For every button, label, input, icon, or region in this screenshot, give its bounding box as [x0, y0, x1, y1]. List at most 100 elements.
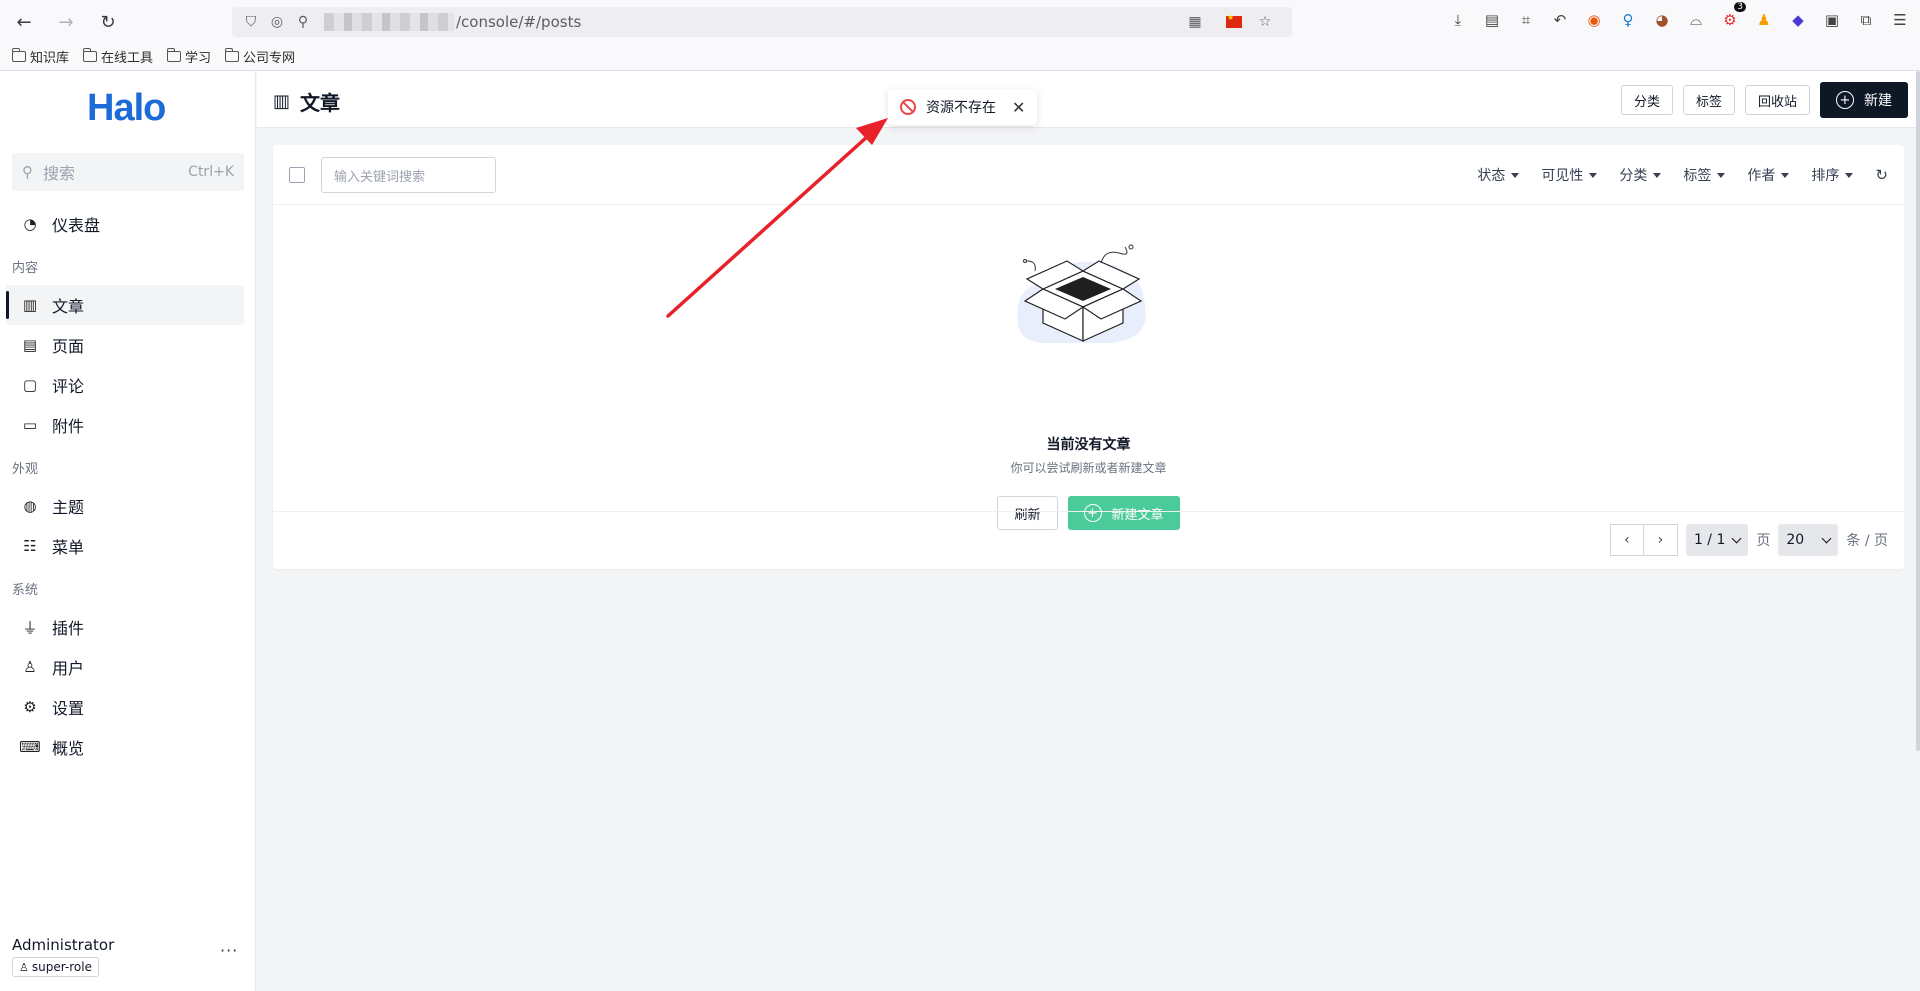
crop-icon[interactable]: ⌗ [1516, 10, 1536, 30]
filter-tag[interactable]: 标签 [1683, 165, 1726, 185]
select-all-checkbox[interactable] [289, 167, 305, 183]
pin-ext-icon[interactable]: ♀ [1618, 10, 1638, 30]
sidebar-item-menus[interactable]: ☷ 菜单 [6, 526, 244, 566]
sidebar-item-posts[interactable]: ▥ 文章 [6, 285, 244, 325]
sidebar-item-label: 页面 [52, 337, 85, 356]
bookmark-item[interactable]: 学习 [166, 47, 211, 66]
connection-icon[interactable]: ⚲ [294, 13, 312, 31]
new-post-button[interactable]: + 新建 [1820, 82, 1908, 118]
extensions-icon[interactable]: ⧉ [1856, 10, 1876, 30]
empty-box-illustration [1017, 244, 1146, 343]
page-select[interactable]: 1 / 1 [1685, 524, 1749, 556]
bookmark-item[interactable]: 在线工具 [82, 47, 153, 66]
permission-icon[interactable]: ◎ [268, 13, 286, 31]
plug-icon: ⏚ [22, 618, 38, 637]
list-toolbar: 输入关键词搜索 状态 可见性 分类 标签 作者 排序 ↻ [273, 145, 1904, 205]
prev-page-button[interactable]: ‹ [1609, 524, 1644, 556]
close-icon[interactable]: ✕ [1012, 98, 1025, 117]
filter-label: 状态 [1477, 168, 1506, 184]
caret-down-icon [1653, 172, 1662, 178]
toast-message: 资源不存在 [926, 100, 996, 116]
page-unit-label: 页 [1756, 533, 1771, 549]
menu-settings-icon: ☷ [23, 537, 37, 555]
forward-icon[interactable]: → [52, 10, 80, 34]
caret-down-icon [1511, 172, 1520, 178]
menu-icon[interactable]: ☰ [1890, 10, 1910, 30]
bookmark-item[interactable]: 公司专网 [224, 47, 295, 66]
reload-icon[interactable]: ↻ [94, 10, 122, 34]
sidebar-item-label: 用户 [52, 659, 85, 678]
palette-icon: ◍ [23, 497, 37, 515]
filter-status[interactable]: 状态 [1477, 165, 1520, 185]
folder-icon [11, 48, 26, 62]
caret-down-icon [1781, 172, 1790, 178]
back-icon[interactable]: ← [10, 10, 38, 34]
filter-visibility[interactable]: 可见性 [1541, 165, 1598, 185]
url-host-redacted [324, 13, 454, 31]
filter-bar: 状态 可见性 分类 标签 作者 排序 ↻ [1477, 165, 1888, 185]
sidebar-item-label: 附件 [52, 417, 85, 436]
sidebar-item-users[interactable]: ♙ 用户 [6, 647, 244, 687]
recycle-bin-button[interactable]: 回收站 [1744, 85, 1810, 115]
ext-badge-count: 3 [1734, 2, 1746, 12]
filter-category[interactable]: 分类 [1619, 165, 1662, 185]
bookmark-item[interactable]: 知识库 [11, 47, 69, 66]
user-more-button[interactable]: ··· [220, 941, 238, 960]
undo-icon[interactable]: ↶ [1550, 10, 1570, 30]
bookmark-star-icon[interactable]: ☆ [1256, 13, 1274, 31]
user-role-icon: ♙ [19, 960, 29, 974]
page-scrollbar[interactable] [1916, 71, 1920, 751]
sidebar-item-label: 菜单 [52, 538, 85, 557]
china-flag-icon[interactable] [1226, 13, 1242, 28]
sidebar-item-label: 概览 [52, 739, 85, 758]
user-role-label: super-role [31, 960, 92, 974]
people-ext-icon[interactable]: ♟ [1754, 10, 1774, 30]
sidebar-item-attachments[interactable]: ▭ 附件 [6, 405, 244, 445]
sidebar-search[interactable]: ⚲ 搜索 Ctrl+K [12, 153, 244, 191]
next-page-button[interactable]: › [1643, 524, 1678, 556]
filter-author[interactable]: 作者 [1747, 165, 1790, 185]
chevron-down-icon [1821, 533, 1832, 543]
keyword-search-input[interactable]: 输入关键词搜索 [321, 157, 496, 193]
category-button[interactable]: 分类 [1620, 85, 1673, 115]
download-icon[interactable]: ⤓ [1448, 10, 1468, 30]
hat-ext-icon[interactable]: ⌓ [1686, 10, 1706, 30]
sidebar: Halo ⚲ 搜索 Ctrl+K ◔ 仪表盘 内容 ▥ 文章 ▤ 页面 ▢ 评论… [0, 71, 256, 991]
sidebar-item-comments[interactable]: ▢ 评论 [6, 365, 244, 405]
address-bar[interactable]: ⛉ ◎ ⚲ /console/#/posts ▦ ☆ [232, 7, 1292, 37]
user-icon: ♙ [23, 658, 37, 676]
sidebar-item-settings[interactable]: ⚙ 设置 [6, 687, 244, 727]
badge-ext-icon[interactable]: ⚙ 3 [1720, 2, 1746, 30]
sidebar-item-themes[interactable]: ◍ 主题 [6, 486, 244, 526]
halo-logo[interactable]: Halo [87, 87, 166, 130]
filter-label: 排序 [1811, 168, 1840, 184]
tag-button[interactable]: 标签 [1682, 85, 1735, 115]
search-icon: ⚲ [22, 163, 33, 181]
sidebar-item-plugins[interactable]: ⏚ 插件 [6, 607, 244, 647]
image-ext-icon[interactable]: ▣ [1822, 10, 1842, 30]
plus-circle-icon: + [1836, 91, 1854, 109]
sidebar-item-pages[interactable]: ▤ 页面 [6, 325, 244, 365]
posts-card: 输入关键词搜索 状态 可见性 分类 标签 作者 排序 ↻ 当前没有文章 你可以尝… [273, 145, 1904, 569]
page-size-select[interactable]: 20 [1778, 524, 1839, 556]
search-placeholder: 搜索 [43, 164, 76, 183]
basketball-ext-icon[interactable]: ◉ [1584, 10, 1604, 30]
group-label-content: 内容 [12, 261, 39, 276]
filter-label: 标签 [1683, 168, 1712, 184]
error-toast: 资源不存在 ✕ [888, 89, 1038, 125]
reader-icon[interactable]: ▤ [1482, 10, 1502, 30]
comment-icon: ▢ [22, 376, 38, 394]
palette-ext-icon[interactable]: ◕ [1652, 10, 1672, 30]
page-title-text: 文章 [300, 91, 341, 115]
layers-ext-icon[interactable]: ◆ [1788, 10, 1808, 30]
sidebar-item-label: 主题 [52, 498, 85, 517]
extensions-bar: ⤓ ▤ ⌗ ↶ ◉ ♀ ◕ ⌓ ⚙ 3 ♟ ◆ ▣ ⧉ ☰ [1448, 2, 1910, 30]
refresh-icon[interactable]: ↻ [1875, 166, 1888, 184]
dashboard-icon: ◔ [23, 215, 37, 233]
sidebar-item-dashboard[interactable]: ◔ 仪表盘 [6, 204, 244, 244]
sidebar-item-label: 插件 [52, 619, 85, 638]
sidebar-item-overview[interactable]: ⌨ 概览 [6, 727, 244, 767]
filter-sort[interactable]: 排序 [1811, 165, 1854, 185]
qr-code-icon[interactable]: ▦ [1186, 13, 1204, 31]
page-select-value: 1 / 1 [1693, 532, 1726, 548]
